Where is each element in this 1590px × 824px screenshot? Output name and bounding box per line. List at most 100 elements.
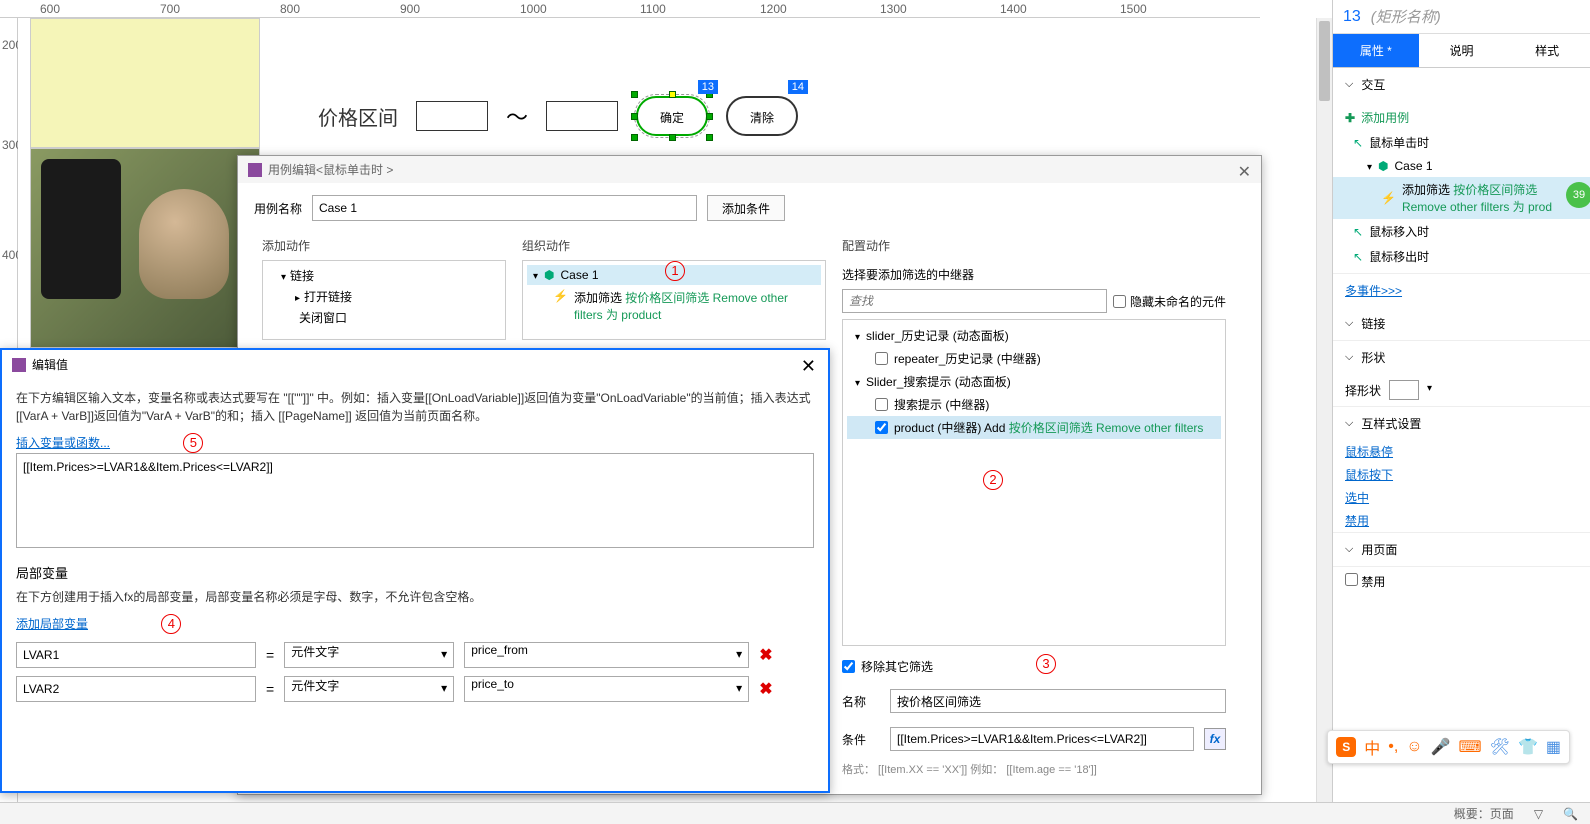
- ime-skin-icon[interactable]: 👕: [1518, 737, 1538, 757]
- ime-mic-icon[interactable]: 🎤: [1431, 737, 1451, 757]
- style-pressed[interactable]: 鼠标按下: [1333, 463, 1590, 486]
- section-interactions[interactable]: 交互: [1333, 68, 1590, 101]
- section-link[interactable]: 链接: [1333, 307, 1590, 340]
- search-input[interactable]: [842, 289, 1107, 313]
- clear-button[interactable]: 清除 14: [726, 96, 798, 136]
- event-mouseenter[interactable]: ↖鼠标移入时: [1333, 219, 1590, 244]
- event-mouseleave[interactable]: ↖鼠标移出时: [1333, 244, 1590, 269]
- ime-face-icon[interactable]: ☺: [1406, 738, 1422, 756]
- price-label: 价格区间: [318, 102, 398, 131]
- tree-search-hint[interactable]: 搜索提示 (中继器): [847, 393, 1221, 416]
- ime-person-icon[interactable]: 🛠: [1490, 737, 1510, 757]
- close-icon[interactable]: ✕: [801, 356, 816, 377]
- widget-name[interactable]: (矩形名称): [1371, 6, 1441, 27]
- var-type-select[interactable]: 元件文字: [284, 642, 454, 668]
- organize-box[interactable]: 1 ⬢ Case 1 ⚡ 添加筛选 按价格区间筛选 Remove other f…: [522, 260, 826, 340]
- sogou-icon[interactable]: S: [1336, 737, 1356, 757]
- event-click[interactable]: ↖鼠标单击时: [1333, 130, 1590, 155]
- more-events-link[interactable]: 多事件>>>: [1333, 274, 1590, 307]
- tree-slider-search[interactable]: Slider_搜索提示 (动态面板): [847, 370, 1221, 393]
- right-inspector-panel: 13 (矩形名称) 属性 * 说明 样式 交互 ✚添加用例 ↖鼠标单击时 ⬢Ca…: [1332, 0, 1590, 824]
- close-icon[interactable]: ✕: [1238, 162, 1251, 182]
- expression-textarea[interactable]: [[Item.Prices>=LVAR1&&Item.Prices<=LVAR2…: [16, 453, 814, 548]
- case-name-input[interactable]: [312, 195, 697, 221]
- ruler-horizontal: 600 700 800 900 1000 1100 1200 1300 1400…: [0, 0, 1260, 18]
- section-interactive-style[interactable]: 互样式设置: [1333, 407, 1590, 440]
- tree-close-window[interactable]: 关闭窗口: [267, 307, 501, 328]
- fx-button[interactable]: fx: [1204, 728, 1226, 750]
- annotation-2: 2: [983, 470, 1003, 490]
- ime-grid-icon[interactable]: ▦: [1546, 737, 1561, 757]
- ime-chinese-icon[interactable]: 中: [1364, 735, 1380, 759]
- add-case-button[interactable]: ✚添加用例: [1333, 105, 1590, 130]
- remove-others-checkbox[interactable]: [842, 660, 855, 673]
- lightning-icon: ⚡: [553, 289, 568, 303]
- repeater-tree[interactable]: slider_历史记录 (动态面板) repeater_历史记录 (中继器) S…: [842, 319, 1226, 646]
- insert-variable-link[interactable]: 插入变量或函数...: [16, 436, 110, 450]
- annotation-1: 1: [665, 261, 685, 281]
- filter-icon[interactable]: ▽: [1534, 807, 1543, 821]
- inspector-header: 13 (矩形名称): [1333, 0, 1590, 34]
- ok-button[interactable]: 确定 13: [636, 96, 708, 136]
- delete-icon[interactable]: ✖: [759, 645, 772, 665]
- edit-title-bar[interactable]: 编辑值: [2, 350, 828, 379]
- delete-icon[interactable]: ✖: [759, 679, 772, 699]
- widget-number: 13: [1343, 8, 1361, 26]
- tree-repeater-history[interactable]: repeater_历史记录 (中继器): [847, 347, 1221, 370]
- style-hover[interactable]: 鼠标悬停: [1333, 440, 1590, 463]
- dialog-title-bar[interactable]: 用例编辑<鼠标单击时 >: [238, 156, 1261, 183]
- var-target-select[interactable]: price_from: [464, 642, 749, 668]
- annotation-4: 4: [161, 614, 181, 634]
- product-image[interactable]: [30, 148, 260, 348]
- edit-value-dialog: 编辑值 ✕ 在下方编辑区输入文本，变量名称或表达式要写在 "[[""]]" 中。…: [0, 348, 830, 793]
- section-shape[interactable]: 形状: [1333, 341, 1590, 374]
- add-condition-button[interactable]: 添加条件: [707, 195, 785, 221]
- org-action-filter[interactable]: ⚡ 添加筛选 按价格区间筛选 Remove other filters 为 pr…: [527, 285, 821, 327]
- tab-notes[interactable]: 说明: [1419, 34, 1505, 67]
- green-badge-39[interactable]: 39: [1566, 182, 1590, 208]
- action-tree[interactable]: 链接 打开链接 关闭窗口: [262, 260, 506, 340]
- tree-product-repeater[interactable]: product (中继器) Add 按价格区间筛选 Remove other f…: [847, 416, 1221, 439]
- var-name-input[interactable]: [16, 676, 256, 702]
- var-name-input[interactable]: [16, 642, 256, 668]
- style-disabled[interactable]: 禁用: [1333, 509, 1590, 532]
- var-type-select[interactable]: 元件文字: [284, 676, 454, 702]
- tree-slider-history[interactable]: slider_历史记录 (动态面板): [847, 324, 1221, 347]
- price-from-input[interactable]: [416, 101, 488, 131]
- annotation-5: 5: [183, 433, 203, 453]
- ime-keyboard-icon[interactable]: ⌨: [1459, 737, 1482, 757]
- col-configure: 配置动作: [842, 237, 1226, 254]
- vertical-scrollbar[interactable]: [1316, 18, 1332, 824]
- add-local-var-link[interactable]: 添加局部变量: [16, 617, 88, 631]
- search-icon[interactable]: 🔍: [1563, 807, 1578, 821]
- price-to-input[interactable]: [546, 101, 618, 131]
- remove-others-row[interactable]: 移除其它筛选 3: [842, 658, 1226, 675]
- tree-links[interactable]: 链接: [267, 265, 501, 286]
- tab-properties[interactable]: 属性 *: [1333, 34, 1419, 67]
- inspector-tabs: 属性 * 说明 样式: [1333, 34, 1590, 68]
- filter-name-input[interactable]: [890, 689, 1226, 713]
- condition-label: 条件: [842, 731, 880, 748]
- price-range-row: 价格区间 ～ 确定 13 清除 14: [318, 96, 798, 136]
- hide-unnamed-checkbox[interactable]: 隐藏未命名的元件: [1113, 293, 1226, 310]
- footnote-14: 14: [788, 80, 808, 94]
- ime-punct-icon[interactable]: •,: [1388, 738, 1398, 756]
- cursor-icon: ↖: [1353, 136, 1363, 150]
- shape-selector[interactable]: [1389, 380, 1419, 400]
- tree-open-link[interactable]: 打开链接: [267, 286, 501, 307]
- ime-toolbar[interactable]: S 中 •, ☺ 🎤 ⌨ 🛠 👕 ▦: [1327, 730, 1570, 764]
- condition-input[interactable]: [890, 727, 1194, 751]
- event-case-1[interactable]: ⬢Case 1: [1333, 155, 1590, 177]
- style-selected[interactable]: 选中: [1333, 486, 1590, 509]
- section-ref-page[interactable]: 用页面: [1333, 533, 1590, 566]
- case-name-label: 用例名称: [254, 200, 302, 217]
- edit-description: 在下方编辑区输入文本，变量名称或表达式要写在 "[[""]]" 中。例如：插入变…: [16, 389, 814, 425]
- var-target-select[interactable]: price_to: [464, 676, 749, 702]
- col-organize: 组织动作: [522, 237, 826, 254]
- event-action-filter[interactable]: ⚡添加筛选 按价格区间筛选 Remove other filters 为 pro…: [1333, 177, 1590, 219]
- tilde: ～: [506, 100, 528, 132]
- disable-checkbox[interactable]: 禁用: [1345, 573, 1385, 590]
- tab-style[interactable]: 样式: [1504, 34, 1590, 67]
- yellow-rect[interactable]: [30, 18, 260, 148]
- col-add-action: 添加动作: [262, 237, 506, 254]
